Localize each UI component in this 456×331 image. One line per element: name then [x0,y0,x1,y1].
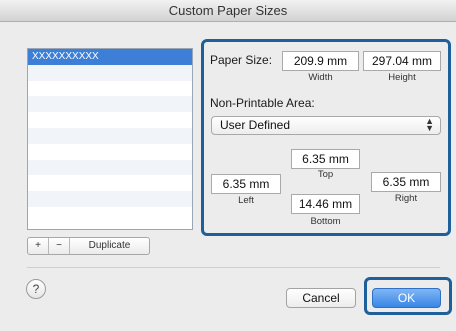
list-item[interactable] [28,81,192,97]
cancel-button[interactable]: Cancel [286,288,356,308]
duplicate-button[interactable]: Duplicate [70,238,149,254]
ok-highlight-frame [364,277,452,315]
list-item[interactable] [28,64,192,81]
list-item[interactable] [28,175,192,191]
list-item[interactable] [28,96,192,113]
list-item[interactable] [28,112,192,128]
list-actions: + − Duplicate [27,237,150,255]
divider [27,267,440,268]
paper-size-list[interactable]: XXXXXXXXXX [27,48,193,230]
list-item[interactable] [28,144,192,160]
list-item[interactable] [28,127,192,144]
add-button[interactable]: + [28,238,49,254]
window-title: Custom Paper Sizes [0,0,456,22]
help-button[interactable]: ? [26,279,46,299]
list-item[interactable]: XXXXXXXXXX [28,49,192,65]
list-item[interactable] [28,207,192,223]
list-item[interactable] [28,191,192,207]
remove-button[interactable]: − [49,238,70,254]
list-item[interactable] [28,159,192,176]
settings-highlight-frame [201,39,451,236]
